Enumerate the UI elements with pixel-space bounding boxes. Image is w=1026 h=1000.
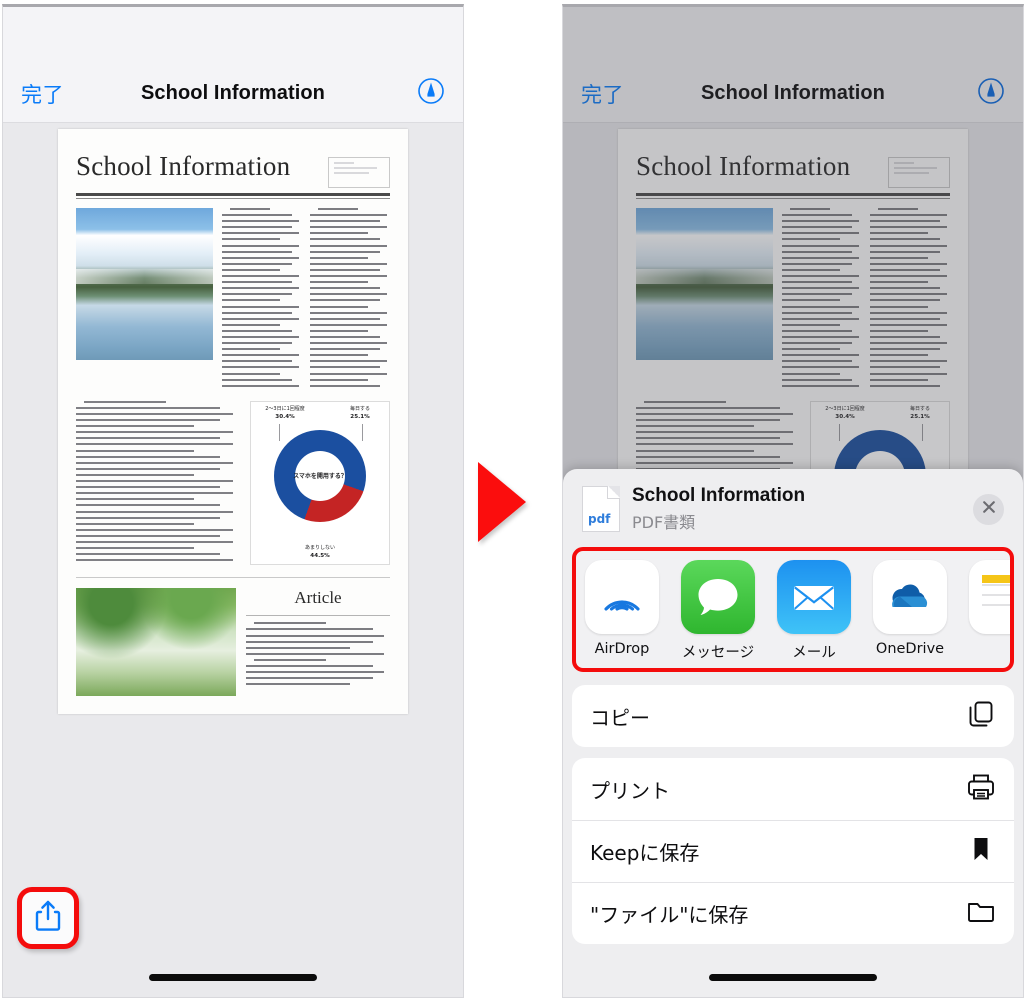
chart-label-0: 2〜3日に1回程度 30.4%: [265, 405, 305, 421]
share-target-onedrive[interactable]: OneDrive: [873, 560, 947, 662]
pdf-page: School Information 2〜3日に1回程度 30.4% 毎日する …: [58, 129, 408, 715]
home-indicator: [709, 974, 877, 981]
printer-icon: [966, 772, 996, 807]
chart-label-1: 毎日する 25.1%: [349, 405, 370, 421]
action-save-to-files[interactable]: "ファイル"に保存: [572, 882, 1014, 944]
document-section-mid: 2〜3日に1回程度 30.4% 毎日する 25.1% スマホを開用する？: [76, 400, 390, 566]
phone-screen-after: 完了 School Information School Information: [562, 4, 1024, 998]
action-save-to-keep[interactable]: Keepに保存: [572, 820, 1014, 882]
action-group: コピー: [572, 685, 1014, 747]
document-title: School Information: [76, 151, 291, 181]
close-button[interactable]: [973, 493, 1004, 525]
article-heading: Article: [294, 588, 342, 608]
home-indicator: [149, 974, 317, 981]
share-sheet: pdf School Information PDF書類 AirDrop メッセ…: [563, 469, 1023, 997]
action-print[interactable]: プリント: [572, 758, 1014, 820]
shared-file-name: School Information: [632, 485, 806, 506]
text-columns: [222, 208, 390, 391]
share-target-notes[interactable]: [969, 560, 1010, 662]
chart-center-label: スマホを開用する？: [293, 473, 347, 481]
action-label: プリント: [590, 778, 670, 803]
action-label: "ファイル"に保存: [590, 903, 749, 927]
share-target-mail[interactable]: メール: [777, 560, 851, 662]
pdf-label: pdf: [588, 512, 611, 526]
text-column: [76, 400, 240, 566]
share-icon: [34, 900, 62, 937]
share-actions: コピー プリント Keepに保存 "ファイル"に保存: [572, 685, 1014, 944]
document-stamp-box: [328, 157, 390, 188]
shared-file-kind: PDF書類: [632, 513, 696, 532]
red-right-arrow: [478, 462, 526, 542]
share-button[interactable]: [17, 887, 79, 949]
green-foliage-photo: [76, 588, 236, 697]
share-target-label: メッセージ: [681, 645, 755, 661]
article-body: Article: [246, 588, 390, 696]
markup-pen-circle-icon[interactable]: [417, 77, 445, 110]
copy-icon: [966, 699, 996, 734]
document-viewer[interactable]: School Information 2〜3日に1回程度 30.4% 毎日する …: [3, 123, 463, 997]
screenshot-stage: 完了 School Information School Information: [0, 0, 1026, 1000]
phone-screen-before: 完了 School Information School Information: [2, 4, 464, 998]
share-target-label: メール: [792, 645, 836, 661]
text-column: [222, 208, 302, 391]
mountain-lake-photo: [76, 208, 213, 360]
messages-icon: [681, 560, 755, 634]
folder-icon: [966, 896, 996, 931]
page-title: School Information: [140, 82, 326, 104]
close-icon: [981, 499, 997, 520]
text-column: [310, 208, 390, 391]
share-target-label: AirDrop: [594, 641, 650, 657]
bookmark-icon: [966, 834, 996, 869]
chart-label-2: あまりしない 44.5%: [304, 544, 335, 560]
share-target-messages[interactable]: メッセージ: [681, 560, 755, 662]
divider: [76, 198, 390, 199]
action-copy[interactable]: コピー: [572, 685, 1014, 747]
document-section-article: Article: [76, 588, 390, 697]
divider: [76, 193, 390, 196]
share-target-airdrop[interactable]: AirDrop: [585, 560, 659, 662]
share-targets-row: AirDrop メッセージ メール OneDrive: [572, 547, 1014, 672]
document-section-top: [76, 208, 390, 391]
onedrive-icon: [873, 560, 947, 634]
divider: [76, 577, 390, 579]
markup-pen-circle-icon[interactable]: [977, 77, 1005, 110]
share-target-label: OneDrive: [875, 641, 945, 657]
status-bar: [3, 7, 463, 65]
pdf-file-icon: pdf: [582, 486, 620, 532]
action-label: Keepに保存: [590, 841, 700, 865]
document-header: School Information: [76, 151, 390, 188]
airdrop-icon: [585, 560, 659, 634]
share-sheet-header: pdf School Information PDF書類: [572, 469, 1014, 547]
notes-icon: [969, 560, 1010, 634]
donut-ring: スマホを開用する？: [274, 429, 366, 522]
action-label: コピー: [590, 705, 650, 730]
action-group: プリント Keepに保存 "ファイル"に保存: [572, 758, 1014, 944]
mail-icon: [777, 560, 851, 634]
donut-chart: 2〜3日に1回程度 30.4% 毎日する 25.1% スマホを開用する？: [250, 400, 390, 566]
navigation-bar: 完了 School Information: [3, 65, 463, 123]
